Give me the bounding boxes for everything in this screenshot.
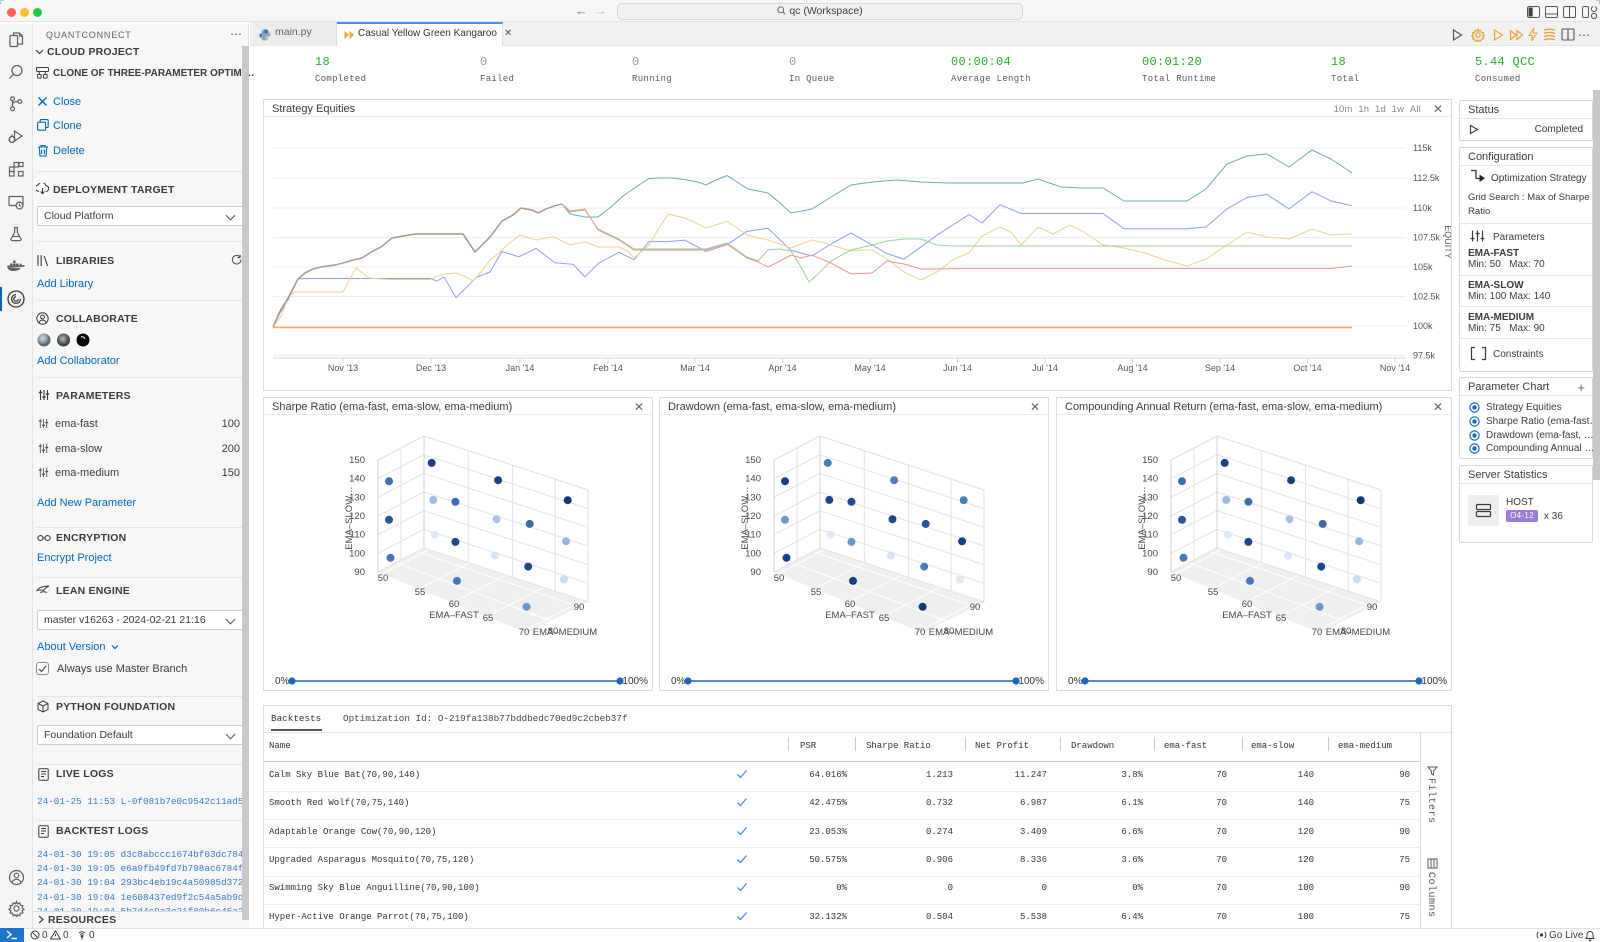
svg-text:Apr '14: Apr '14 — [768, 363, 796, 373]
svg-text:Dec '13: Dec '13 — [416, 363, 446, 373]
svg-text:110k: 110k — [1413, 203, 1432, 213]
svg-text:May '14: May '14 — [854, 363, 885, 373]
svg-text:105k: 105k — [1413, 262, 1433, 272]
svg-text:Jan '14: Jan '14 — [506, 363, 535, 373]
svg-text:Feb '14: Feb '14 — [593, 363, 623, 373]
svg-text:Aug '14: Aug '14 — [1117, 363, 1147, 373]
svg-text:Sep '14: Sep '14 — [1205, 363, 1235, 373]
svg-text:107.5k: 107.5k — [1413, 233, 1441, 243]
svg-text:Nov '14: Nov '14 — [1380, 363, 1410, 373]
svg-text:102.5k: 102.5k — [1413, 292, 1441, 302]
svg-text:100k: 100k — [1413, 321, 1433, 331]
svg-text:97.5k: 97.5k — [1413, 351, 1436, 361]
svg-text:Jul '14: Jul '14 — [1032, 363, 1058, 373]
svg-text:EQUITY: EQUITY — [1443, 225, 1451, 259]
svg-text:115k: 115k — [1413, 143, 1432, 153]
svg-text:Oct '14: Oct '14 — [1293, 363, 1321, 373]
svg-text:112.5k: 112.5k — [1413, 173, 1440, 183]
svg-text:Nov '13: Nov '13 — [328, 363, 358, 373]
svg-text:Mar '14: Mar '14 — [680, 363, 710, 373]
svg-text:Jun '14: Jun '14 — [943, 363, 972, 373]
